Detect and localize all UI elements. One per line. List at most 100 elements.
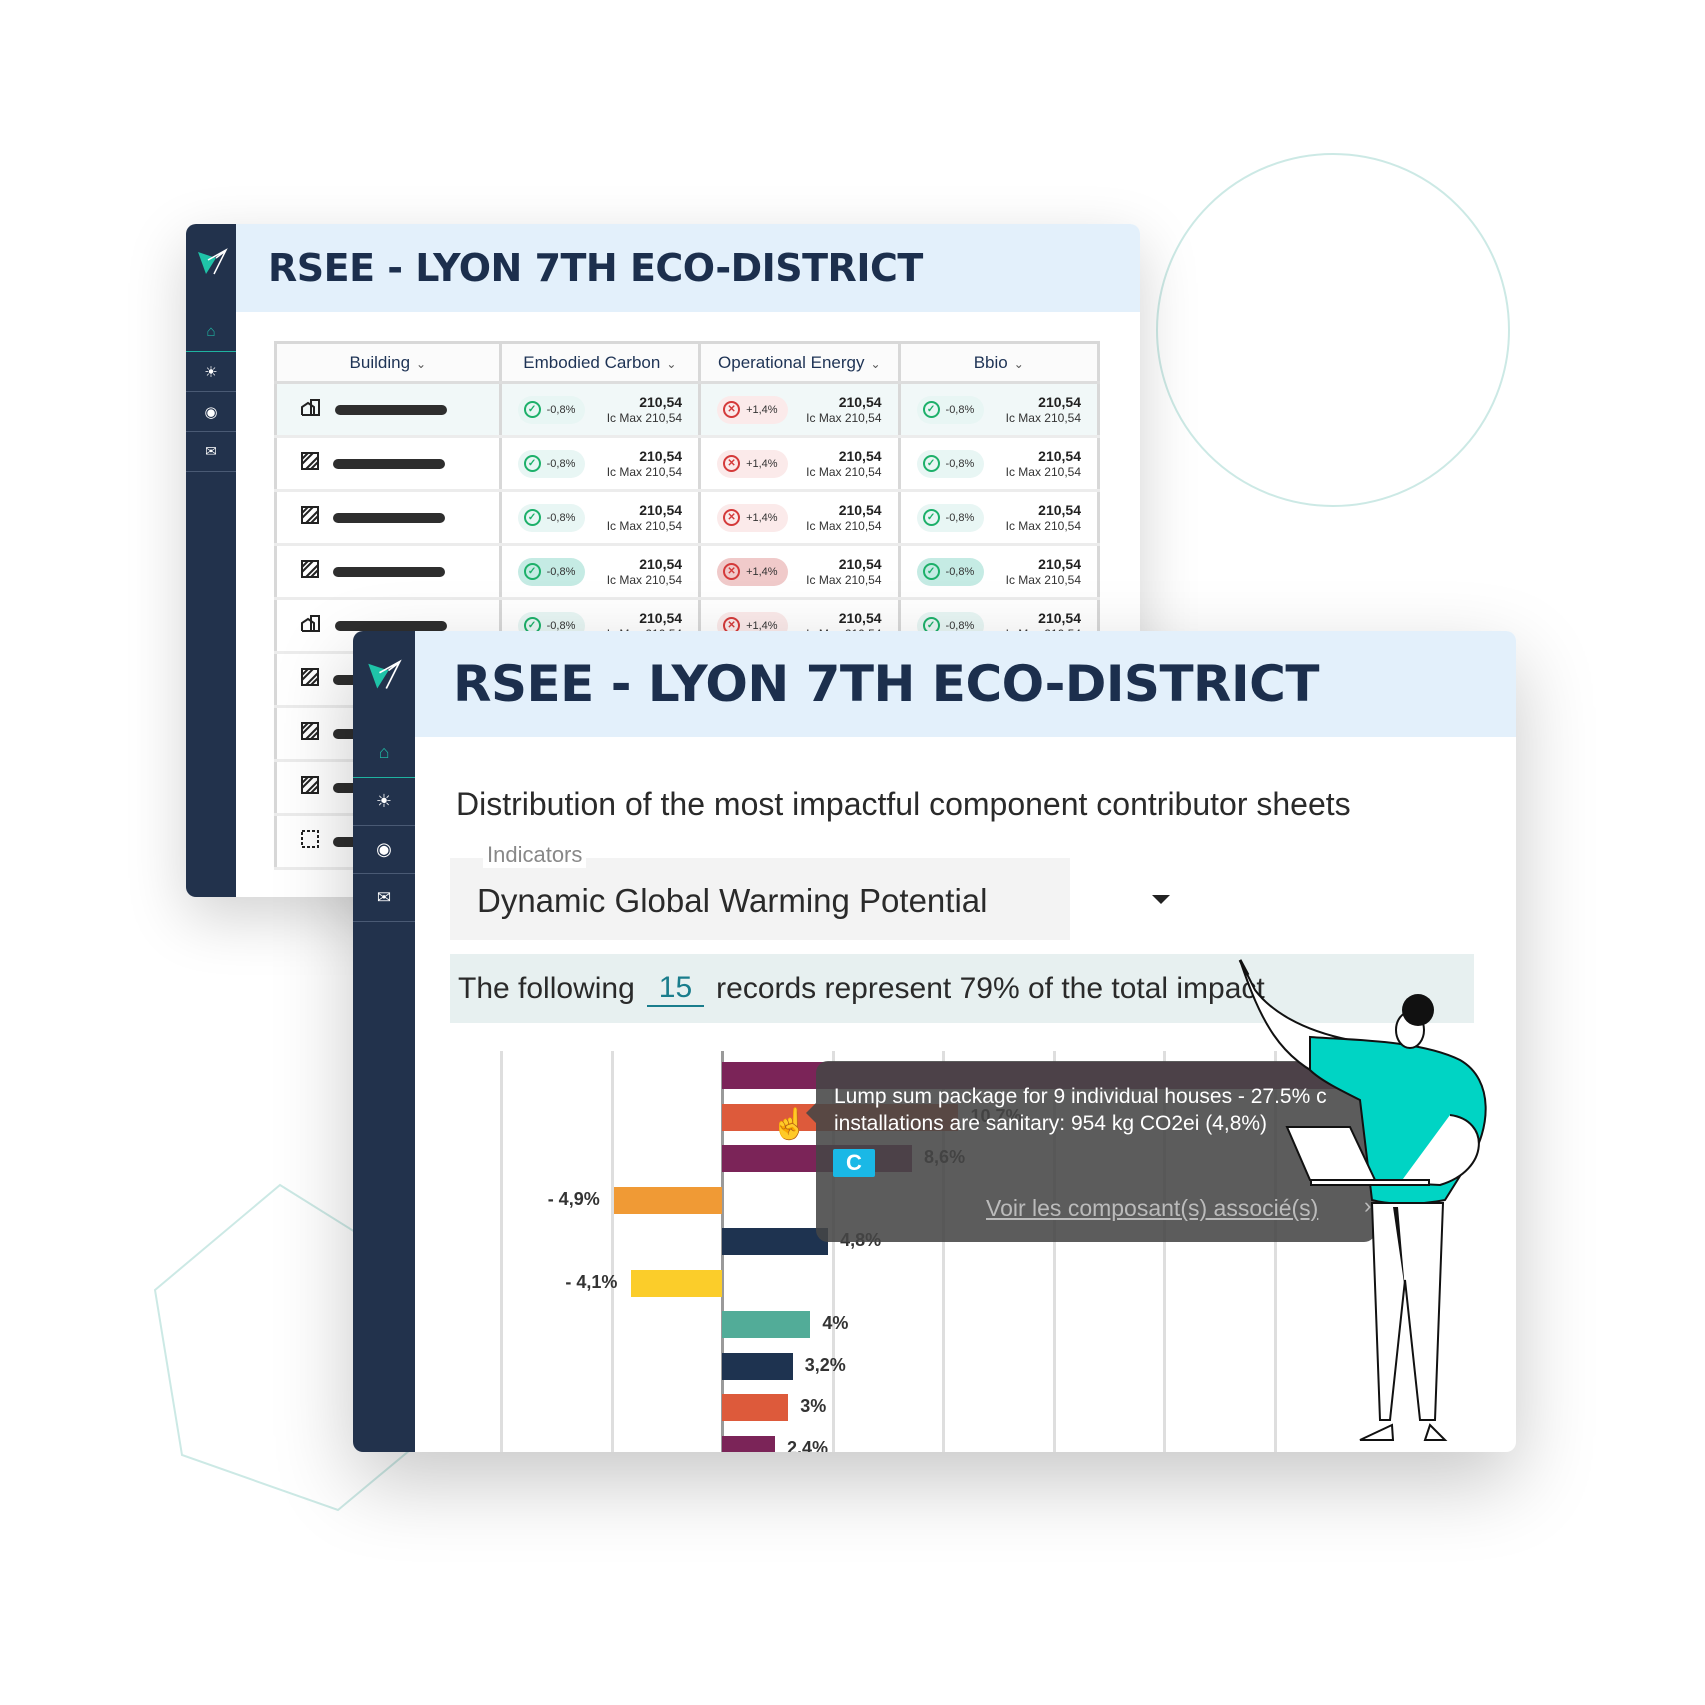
sidebar-item-profile[interactable]: ◉ (186, 392, 236, 432)
chart-bar[interactable] (722, 1352, 793, 1380)
column-header-building[interactable]: Building ⌄ (275, 342, 502, 384)
chart-bar[interactable] (722, 1228, 829, 1255)
delta-value: +1,4% (746, 619, 778, 632)
user-circle-icon: ◉ (376, 839, 392, 859)
cell-value: 210,54 (838, 609, 882, 626)
delta-value: -0,8% (546, 619, 576, 632)
sidebar-item-ideas[interactable]: ☀ (353, 778, 415, 826)
chart-bar[interactable] (722, 1311, 811, 1338)
home-icon: ⌂ (206, 323, 216, 340)
logo-icon (368, 659, 402, 689)
bbio-cell: ✓ -0,8% 210,54Ic Max 210,54 (899, 544, 1101, 600)
table-row[interactable]: ✓-0,8%210,54Ic Max 210,54✕+1,4%210,54Ic … (275, 490, 1101, 546)
front-window: ⌂ ☀ ◉ ✉ RSEE - LYON 7TH ECO-DISTRICT Dis… (353, 631, 1516, 1452)
cell-max: Ic Max 210,54 (806, 518, 882, 533)
building-name-placeholder (333, 512, 445, 523)
building-cell (275, 544, 502, 600)
lightbulb-icon: ☀ (204, 363, 218, 381)
chart-bar[interactable] (722, 1435, 776, 1452)
cell-value: 210,54 (1038, 501, 1081, 518)
records-count-input[interactable]: 15 (646, 971, 705, 1007)
cell-value: 210,54 (1038, 393, 1081, 410)
delta-value: +1,4% (746, 403, 778, 416)
check-circle-icon: ✓ (922, 455, 940, 472)
gridline (610, 1051, 614, 1452)
column-header-embodied-carbon[interactable]: Embodied Carbon ⌄ (500, 342, 702, 384)
delta-value: -0,8% (945, 565, 975, 578)
home-icon: ⌂ (378, 742, 390, 762)
section-title: Distribution of the most impactful compo… (456, 786, 1351, 822)
building-hatched-icon (301, 452, 319, 475)
delta-badge: ✓ -0,8% (916, 557, 985, 586)
delta-value: -0,8% (945, 457, 975, 470)
lightbulb-icon: ☀ (375, 791, 393, 811)
delta-value: +1,4% (746, 511, 778, 524)
gridline (500, 1051, 503, 1452)
x-circle-icon: ✕ (723, 563, 741, 580)
building-cell (275, 382, 502, 438)
delta-value: -0,8% (546, 457, 576, 470)
check-circle-icon: ✓ (523, 455, 541, 472)
building-name-placeholder (335, 404, 447, 415)
indicator-select[interactable]: Dynamic Global Warming Potential (450, 858, 1070, 940)
column-header-operational-energy[interactable]: Operational Energy ⌄ (699, 342, 901, 384)
column-header-bbio[interactable]: Bbio ⌄ (899, 342, 1101, 384)
table-row[interactable]: ✓-0,8%210,54Ic Max 210,54✕+1,4%210,54Ic … (275, 382, 1101, 438)
column-label: Bbio (973, 352, 1008, 372)
building-hatched-icon (301, 668, 319, 691)
delta-badge: ✓ -0,8% (916, 395, 985, 424)
column-label: Building (349, 352, 411, 372)
chart-bar[interactable] (722, 1394, 789, 1421)
x-circle-icon: ✕ (723, 455, 741, 472)
building-cell (275, 436, 502, 492)
cell-max: Ic Max 210,54 (1005, 410, 1081, 425)
x-circle-icon: ✕ (723, 401, 741, 418)
table-row[interactable]: ✓-0,8%210,54Ic Max 210,54✕+1,4%210,54Ic … (275, 544, 1101, 600)
sidebar-item-mail[interactable]: ✉ (353, 874, 415, 922)
sidebar-item-profile[interactable]: ◉ (353, 826, 415, 874)
chevron-down-icon: ⌄ (666, 356, 677, 371)
mail-icon: ✉ (205, 443, 217, 459)
sidebar-item-ideas[interactable]: ☀ (186, 352, 236, 392)
operational-cell: ✕ +1,4% 210,54Ic Max 210,54 (699, 544, 901, 600)
page-title: RSEE - LYON 7TH ECO-DISTRICT (453, 655, 1319, 713)
chart-bar[interactable] (631, 1269, 722, 1297)
cell-max: Ic Max 210,54 (806, 410, 882, 425)
view-components-link[interactable]: Voir les composant(s) associé(s) (986, 1195, 1318, 1222)
operational-cell: ✕ +1,4% 210,54Ic Max 210,54 (699, 382, 901, 438)
delta-value: +1,4% (746, 457, 778, 470)
operational-cell: ✕ +1,4% 210,54Ic Max 210,54 (699, 490, 901, 546)
user-circle-icon: ◉ (204, 403, 218, 421)
building-hatched-icon (301, 722, 319, 745)
building-hatched-icon (301, 776, 319, 799)
chevron-down-icon: ⌄ (1013, 356, 1024, 371)
delta-badge: ✕ +1,4% (717, 395, 788, 424)
check-circle-icon: ✓ (523, 509, 541, 526)
building-dashed-icon (301, 830, 319, 853)
table-row[interactable]: ✓-0,8%210,54Ic Max 210,54✕+1,4%210,54Ic … (275, 436, 1101, 492)
sidebar-item-home[interactable]: ⌂ (186, 312, 236, 352)
column-label: Embodied Carbon (523, 352, 661, 372)
delta-badge: ✓ -0,8% (916, 449, 985, 478)
chart-bar[interactable] (613, 1186, 722, 1214)
dropdown-caret-icon[interactable] (1152, 895, 1170, 904)
chevron-right-icon[interactable]: › (1364, 1193, 1371, 1219)
sidebar-item-mail[interactable]: ✉ (186, 432, 236, 472)
indicator-value: Dynamic Global Warming Potential (477, 882, 988, 919)
cell-max: Ic Max 210,54 (806, 464, 882, 479)
cell-value: 210,54 (639, 393, 683, 410)
cell-max: Ic Max 210,54 (606, 464, 683, 479)
cell-value: 210,54 (639, 447, 683, 464)
delta-value: +1,4% (746, 565, 778, 578)
check-circle-icon: ✓ (922, 401, 940, 418)
delta-badge: ✕ +1,4% (717, 557, 788, 586)
building-building-icon (301, 614, 321, 637)
sidebar-item-home[interactable]: ⌂ (353, 728, 415, 778)
cell-max: Ic Max 210,54 (1005, 464, 1081, 479)
records-prefix: The following (458, 971, 635, 1005)
building-cell (275, 490, 502, 546)
delta-badge: ✕ +1,4% (717, 449, 788, 478)
cell-max: Ic Max 210,54 (606, 518, 683, 533)
tooltip-line-2: installations are sanitary: 954 kg CO2ei… (834, 1112, 1268, 1135)
delta-badge: ✓ -0,8% (517, 449, 586, 478)
